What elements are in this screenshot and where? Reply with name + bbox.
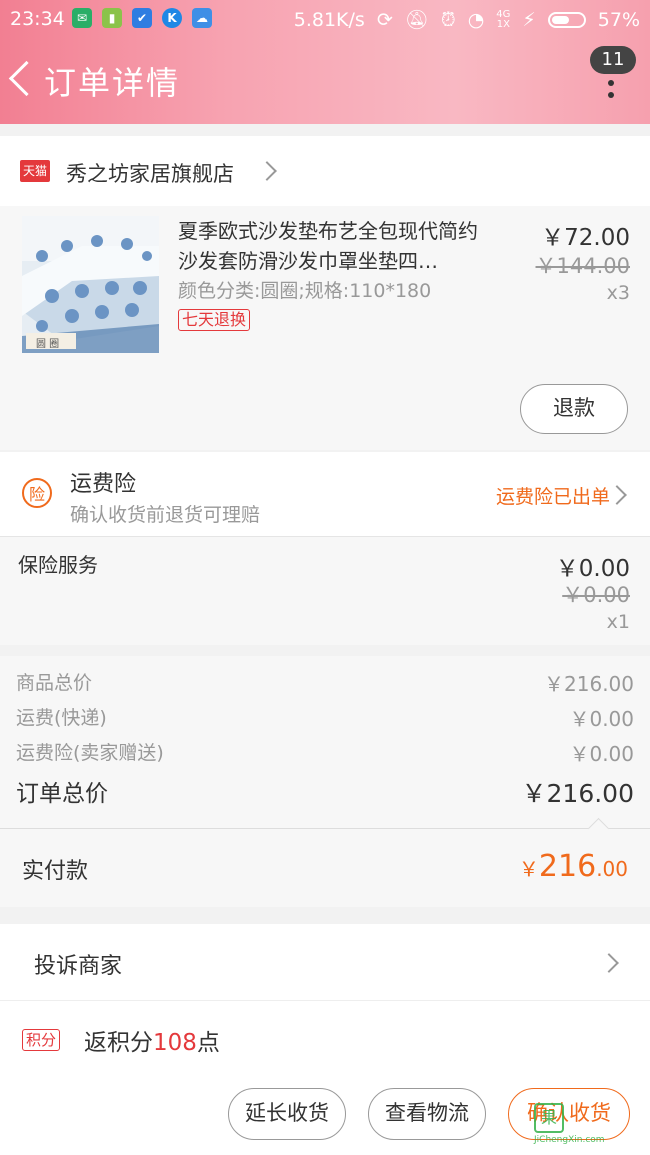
mute-icon: 🔕︎ (404, 9, 429, 31)
network-type-bottom: 1X (496, 18, 510, 30)
wechat-icon: ✉ (72, 8, 92, 28)
insurance-icon: 险 (22, 478, 52, 508)
tmall-icon: 天猫 (20, 160, 50, 182)
charging-icon: ⚡︎ (522, 8, 536, 31)
shop-row[interactable]: 天猫 秀之坊家居旗舰店 (0, 136, 650, 206)
insurance-title: 运费险 (70, 472, 137, 497)
points-text: 返积分108点 (84, 1023, 220, 1057)
shipping-label: 运费(快递) (16, 707, 107, 729)
paid-currency: ￥ (518, 857, 539, 881)
view-logistics-button[interactable]: 查看物流 (368, 1088, 486, 1140)
points-row: 积分 返积分108点 (0, 1001, 650, 1073)
shop-name: 秀之坊家居旗舰店 (66, 162, 234, 186)
service-title: 保险服务 (18, 553, 98, 577)
shipping-value: ￥0.00 (569, 707, 634, 731)
sofa-cover-image (22, 216, 159, 353)
alarm-icon: ⏰︎ (440, 8, 456, 31)
cloud-icon: ☁ (192, 8, 212, 28)
paid-value: ￥216.00 (519, 849, 628, 884)
back-arrow-icon[interactable] (8, 60, 45, 97)
status-right: 5.81K/s ⟳ 🔕︎ ⏰︎ ◔ 4G 1X ⚡︎ 57% (293, 8, 640, 32)
wifi-icon: ◔ (467, 8, 485, 31)
service-price: ￥0.00 (555, 556, 630, 582)
more-menu-icon[interactable] (608, 80, 614, 104)
notification-icons: ✉ ▮ ✔ K ☁ (72, 8, 212, 28)
site-watermark: 果 JiChengXin.com (534, 1103, 650, 1153)
battery-icon (547, 11, 586, 28)
goods-total-value: ￥216.00 (544, 672, 634, 696)
order-total-label: 订单总价 (16, 781, 108, 807)
battery-fill (551, 15, 569, 24)
sim-icon: ▮ (102, 8, 122, 28)
sync-icon: ⟳ (376, 8, 393, 31)
watermark-logo-icon: 果 (534, 1103, 564, 1133)
refund-button[interactable]: 退款 (520, 384, 628, 434)
order-item[interactable]: 圆 圈 夏季欧式沙发垫布艺全包现代简约沙发套防滑沙发巾罩坐垫四… 颜色分类:圆圈… (0, 206, 650, 450)
points-tag: 积分 (22, 1029, 61, 1051)
paid-decimal: .00 (596, 857, 628, 881)
thumb-label: 圆 圈 (36, 339, 60, 350)
insurance-subtitle: 确认收货前退货可理赔 (70, 504, 261, 526)
complain-seller-row[interactable]: 投诉商家 (0, 924, 650, 1001)
signal-icon: 4G 1X (496, 8, 511, 30)
seven-day-return-tag: 七天退换 (178, 309, 251, 331)
product-quantity: x3 (606, 282, 630, 304)
page-title: 订单详情 (44, 64, 181, 102)
order-total-value: ￥216.00 (521, 779, 634, 808)
paid-amount-row: 实付款 ￥216.00 (0, 817, 650, 907)
points-suffix: 点 (196, 1030, 220, 1056)
status-time: 23:34 (10, 8, 65, 30)
shield-icon: ✔ (132, 8, 152, 28)
network-speed: 5.81K/s (293, 8, 365, 31)
k-app-icon: K (162, 8, 182, 28)
insurance-status: 运费险已出单 (495, 486, 610, 508)
shipping-insurance-value: ￥0.00 (569, 742, 634, 766)
paid-integer: 216 (538, 849, 597, 884)
product-image[interactable]: 圆 圈 (22, 216, 159, 353)
product-title: 夏季欧式沙发垫布艺全包现代简约沙发套防滑沙发巾罩坐垫四… (178, 219, 478, 273)
shipping-insurance-row[interactable]: 险 运费险 确认收货前退货可理赔 运费险已出单 (0, 452, 650, 536)
bottom-action-bar: 延长收货 查看物流 确认收货 果 JiChengXin.com (0, 1073, 650, 1155)
network-type-top: 4G (496, 8, 511, 20)
service-original-price: ￥0.00 (562, 583, 630, 607)
chevron-right-icon (257, 161, 277, 181)
service-quantity: x1 (606, 611, 630, 633)
insurance-service-item: 保险服务 ￥0.00 ￥0.00 x1 (0, 536, 650, 645)
extend-receipt-button[interactable]: 延长收货 (228, 1088, 346, 1140)
product-original-price: ￥144.00 (535, 254, 630, 278)
message-count-badge[interactable]: 11 (590, 46, 636, 74)
points-value: 108 (153, 1030, 197, 1056)
chevron-right-icon (607, 485, 627, 505)
status-bar: 23:34 ✉ ▮ ✔ K ☁ 5.81K/s ⟳ 🔕︎ ⏰︎ ◔ 4G 1X … (0, 0, 650, 38)
product-price: ￥72.00 (541, 225, 630, 251)
shipping-insurance-label: 运费险(卖家赠送) (16, 742, 164, 764)
points-prefix: 返积分 (84, 1030, 153, 1056)
chevron-right-icon (599, 953, 619, 973)
paid-label: 实付款 (22, 859, 89, 884)
complain-label: 投诉商家 (34, 954, 123, 979)
battery-percent: 57% (597, 8, 640, 31)
watermark-text: JiChengXin.com (534, 1135, 605, 1145)
product-spec: 颜色分类:圆圈;规格:110*180 (178, 280, 432, 302)
price-summary: 商品总价 ￥216.00 运费(快递) ￥0.00 运费险(卖家赠送) ￥0.0… (0, 656, 650, 828)
goods-total-label: 商品总价 (16, 672, 93, 694)
navigation-bar: 订单详情 11 (0, 38, 650, 124)
